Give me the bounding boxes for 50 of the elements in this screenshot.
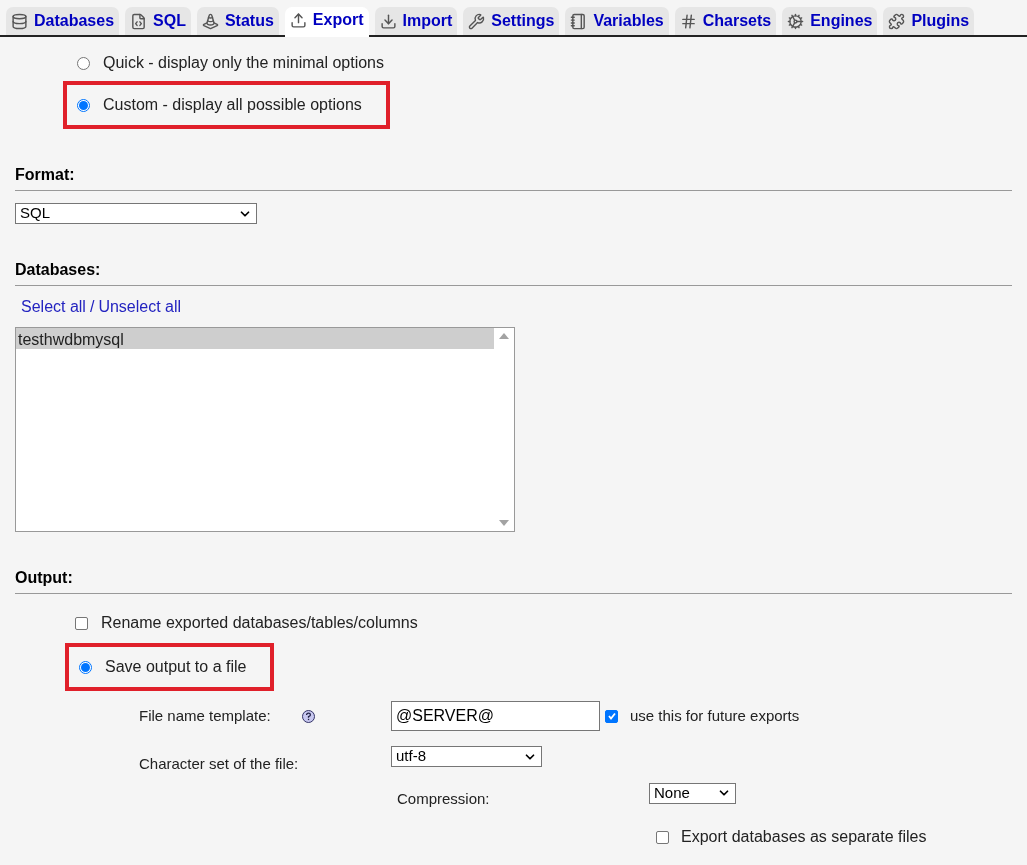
option-label: Custom - display all possible options bbox=[103, 95, 362, 115]
checkbox[interactable] bbox=[605, 709, 618, 723]
option-label: Save output to a file bbox=[105, 657, 247, 677]
database-icon bbox=[11, 12, 28, 30]
file-code-icon bbox=[130, 12, 148, 30]
select-all-link[interactable]: Select all bbox=[21, 295, 86, 319]
hash-icon bbox=[679, 12, 697, 30]
section-heading: Output: bbox=[15, 569, 73, 586]
radio-button[interactable] bbox=[77, 56, 90, 70]
tab[interactable]: Plugins bbox=[883, 7, 975, 35]
tab[interactable]: Status bbox=[196, 7, 279, 35]
radio-button[interactable] bbox=[79, 660, 92, 674]
checkbox[interactable] bbox=[656, 830, 669, 844]
unselect-all-link[interactable]: Unselect all bbox=[98, 295, 182, 319]
charset-select[interactable]: utf-8 bbox=[391, 746, 542, 767]
upload-icon bbox=[289, 11, 307, 29]
help-icon[interactable] bbox=[302, 709, 315, 723]
wrench-icon bbox=[468, 12, 486, 30]
option-label: use this for future exports bbox=[630, 705, 800, 726]
separator: / bbox=[89, 297, 95, 317]
puzzle-icon bbox=[888, 12, 906, 30]
file-name-input[interactable]: @SERVER@ bbox=[391, 701, 600, 731]
section-heading: Format: bbox=[15, 166, 75, 183]
option-label: Rename exported databases/tables/columns bbox=[101, 613, 418, 633]
tab[interactable]: Import bbox=[374, 7, 458, 35]
tab[interactable]: Charsets bbox=[674, 7, 777, 35]
format-select[interactable]: SQL bbox=[15, 203, 257, 224]
compression-select[interactable]: None bbox=[649, 782, 736, 804]
traffic-cone-icon bbox=[201, 12, 219, 30]
database-listbox[interactable]: testhwdbmysql bbox=[15, 327, 515, 532]
list-item[interactable]: testhwdbmysql bbox=[16, 328, 494, 349]
field-label: File name template: bbox=[139, 705, 272, 726]
download-icon bbox=[379, 12, 397, 30]
radio-button[interactable] bbox=[77, 98, 90, 112]
gear-icon bbox=[787, 12, 805, 30]
notebook-icon bbox=[570, 12, 588, 30]
checkbox[interactable] bbox=[75, 616, 88, 630]
option-label: Export databases as separate files bbox=[681, 827, 927, 847]
scroll-up-icon bbox=[499, 333, 509, 339]
option-label: Quick - display only the minimal options bbox=[103, 53, 384, 73]
tab[interactable]: Databases bbox=[6, 7, 120, 35]
tab[interactable]: Settings bbox=[463, 7, 560, 35]
tab[interactable]: Engines bbox=[782, 7, 878, 35]
tab[interactable]: SQL bbox=[125, 7, 191, 35]
field-label: Character set of the file: bbox=[139, 754, 300, 774]
field-label: Compression: bbox=[397, 788, 491, 809]
tab[interactable]: Export bbox=[284, 7, 369, 37]
scroll-down-icon bbox=[499, 520, 509, 526]
section-heading: Databases: bbox=[15, 261, 101, 278]
tab[interactable]: Variables bbox=[565, 7, 669, 35]
